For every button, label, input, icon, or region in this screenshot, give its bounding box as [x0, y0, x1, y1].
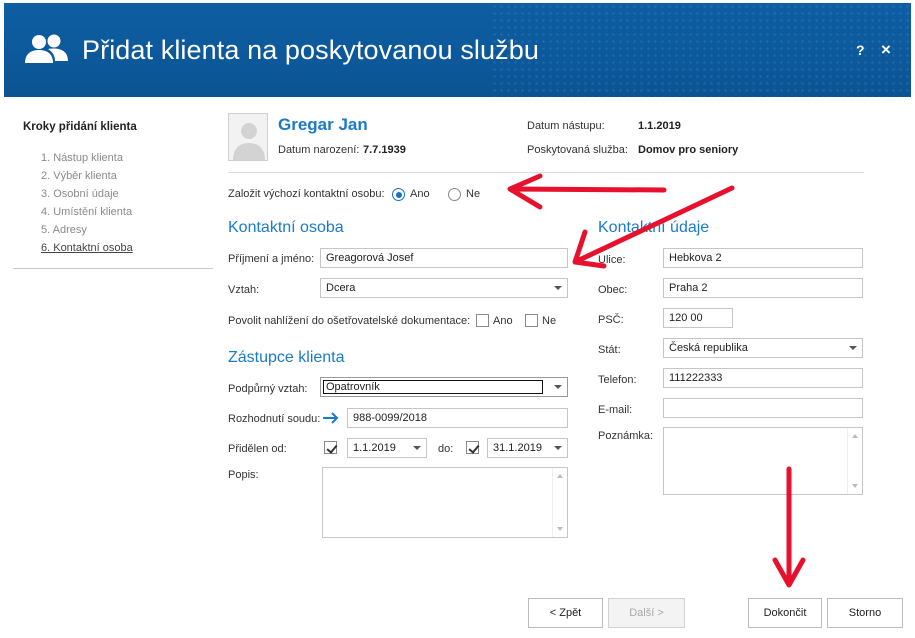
steps-title: Kroky přidání klienta [23, 121, 137, 133]
step-item[interactable]: 2. Výběr klienta [41, 169, 133, 187]
annotation-arrow-left [507, 173, 667, 210]
relation-label: Vztah: [228, 284, 260, 296]
default-contact-no-label: Ne [466, 188, 481, 200]
start-date-value: 1.1.2019 [638, 120, 681, 132]
note-textarea[interactable] [663, 427, 863, 495]
support-relation-select[interactable]: Opatrovník [320, 377, 568, 397]
default-contact-label: Založit výchozí kontaktní osobu: [228, 188, 385, 200]
contact-name-input[interactable]: Greagorová Josef [320, 248, 568, 268]
arrow-right-icon[interactable] [322, 410, 340, 426]
steps-divider [13, 268, 213, 269]
default-contact-yes-label: Ano [410, 188, 430, 200]
assigned-from-date[interactable]: 1.1.2019 [347, 438, 427, 458]
cancel-button[interactable]: Storno [827, 598, 903, 628]
phone-label: Telefon: [598, 374, 637, 386]
zip-label: PSČ: [598, 314, 624, 326]
allow-docs-no-checkbox[interactable] [525, 314, 538, 327]
street-label: Ulice: [598, 254, 626, 266]
person-icon [233, 123, 265, 160]
back-button[interactable]: < Zpět [528, 598, 603, 628]
relation-select[interactable]: Dcera [320, 278, 568, 298]
support-relation-label: Podpůrný vztah: [228, 383, 308, 395]
dialog-header: Přidat klienta na poskytovanou službu ? … [4, 3, 911, 97]
assigned-to-label: do: [438, 443, 454, 455]
phone-input[interactable]: 111222333 [663, 368, 863, 388]
state-select[interactable]: Česká republika [663, 338, 863, 358]
step-item[interactable]: 4. Umístění klienta [41, 205, 133, 223]
assigned-from-label: Přidělen od: [228, 443, 287, 455]
header-divider [228, 172, 864, 173]
state-label: Stát: [598, 344, 621, 356]
step-item[interactable]: 5. Adresy [41, 223, 133, 241]
description-scrollbar[interactable] [552, 468, 567, 537]
support-relation-value: Opatrovník [323, 380, 543, 394]
users-icon [25, 34, 68, 63]
service-value: Domov pro seniory [638, 144, 739, 156]
city-label: Obec: [598, 284, 628, 296]
start-date-label: Datum nástupu: [527, 120, 605, 132]
client-name: Gregar Jan [278, 115, 368, 134]
next-button[interactable]: Další > [608, 598, 685, 628]
client-avatar [228, 113, 268, 161]
finish-button[interactable]: Dokončit [748, 598, 822, 628]
help-button[interactable]: ? [856, 42, 865, 58]
zip-input[interactable]: 120 00 [663, 308, 733, 328]
allow-docs-label: Povolit nahlížení do ošetřovatelské doku… [228, 315, 471, 327]
assigned-from-checkbox[interactable] [324, 441, 337, 454]
description-textarea[interactable] [322, 467, 568, 538]
allow-docs-yes-checkbox[interactable] [476, 314, 489, 327]
step-item[interactable]: 1. Nástup klienta [41, 151, 133, 169]
birth-label: Datum narození: [278, 144, 360, 156]
step-item[interactable]: 3. Osobní údaje [41, 187, 133, 205]
note-label: Poznámka: [598, 430, 654, 442]
street-input[interactable]: Hebkova 2 [663, 248, 863, 268]
description-label: Popis: [228, 469, 259, 481]
step-item-active[interactable]: 6. Kontaktní osoba [41, 241, 133, 259]
city-input[interactable]: Praha 2 [663, 278, 863, 298]
allow-docs-yes-label: Ano [493, 315, 513, 327]
allow-docs-no-label: Ne [542, 315, 557, 327]
email-label: E-mail: [598, 404, 633, 416]
court-decision-label: Rozhodnutí soudu: [228, 413, 321, 425]
default-contact-yes-radio[interactable] [392, 188, 405, 201]
service-label: Poskytovaná služba: [527, 144, 628, 156]
representative-heading: Zástupce klienta [228, 349, 345, 366]
note-scrollbar[interactable] [847, 428, 862, 494]
header-pattern [491, 3, 911, 97]
contact-person-heading: Kontaktní osoba [228, 219, 344, 236]
email-input[interactable] [663, 398, 863, 418]
contact-info-heading: Kontaktní údaje [598, 219, 710, 236]
contact-name-label: Příjmení a jméno: [228, 253, 315, 265]
dialog-title: Přidat klienta na poskytovanou službu [82, 35, 539, 65]
steps-list: 1. Nástup klienta 2. Výběr klienta 3. Os… [41, 151, 133, 259]
birth-value: 7.7.1939 [363, 144, 406, 156]
assigned-to-checkbox[interactable] [466, 441, 479, 454]
close-button[interactable]: × [881, 40, 891, 60]
court-decision-input[interactable]: 988-0099/2018 [347, 408, 568, 428]
default-contact-no-radio[interactable] [448, 188, 461, 201]
assigned-to-date[interactable]: 31.1.2019 [487, 438, 568, 458]
